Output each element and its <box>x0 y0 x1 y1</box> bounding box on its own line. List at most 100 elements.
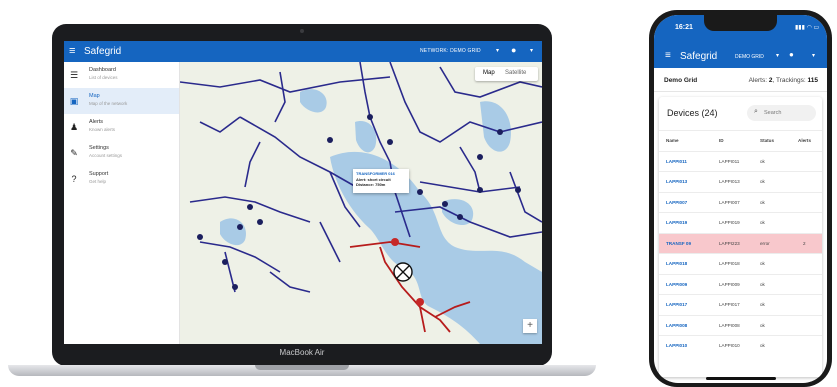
network-selector[interactable]: NETWORK: DEMO GRID <box>420 48 481 54</box>
device-id: LAPPI017 <box>719 302 740 307</box>
search-input[interactable]: ⌕ Search <box>747 105 816 121</box>
table-row[interactable]: TRANSF 09 LAPPI223 error 2 <box>659 232 822 253</box>
device-status: ok <box>760 158 765 164</box>
device-name-link[interactable]: LAPPI008 <box>666 323 687 328</box>
device-name-link[interactable]: LAPPI011 <box>666 159 687 164</box>
user-icon[interactable]: ● <box>789 50 794 59</box>
device-name-link[interactable]: LAPPI009 <box>666 282 687 287</box>
marketing-stage: ≡ Safegrid NETWORK: DEMO GRID ▾ ● ▾ ☰ Da… <box>0 0 837 387</box>
column-header-name[interactable]: Name <box>666 138 679 143</box>
hamburger-menu-icon[interactable]: ≡ <box>69 45 75 57</box>
sidebar-item-map[interactable]: ▣ Map Map of the network <box>64 88 179 114</box>
sidebar-item-alerts[interactable]: ♟ Alerts Known alerts <box>64 114 179 140</box>
phone-status-bar: 16:21 ▮▮▮ ◠ ▭ <box>654 15 827 45</box>
device-id: LAPPI009 <box>719 281 740 287</box>
sidebar-item-sublabel: Map of the network <box>89 101 128 106</box>
trackings-label: Trackings: <box>775 77 806 84</box>
alerts-count: 2 <box>768 77 773 84</box>
network-map[interactable]: Map Satellite TRANSFORMER 016 Alert: sho… <box>180 62 542 344</box>
device-id: LAPPI223 <box>719 240 740 246</box>
chevron-down-icon[interactable]: ▾ <box>776 52 779 59</box>
device-name-link[interactable]: TRANSF 09 <box>666 241 691 246</box>
laptop-notch <box>255 365 349 370</box>
table-row[interactable]: LAPPI018 LAPPI018 ok <box>659 253 822 274</box>
table-row[interactable]: LAPPI008 LAPPI008 ok <box>659 314 822 336</box>
sidebar-item-support[interactable]: ? Support Get help <box>64 166 179 192</box>
chevron-down-icon[interactable]: ▾ <box>812 52 815 59</box>
map-type-toggle[interactable]: Map Satellite <box>475 67 538 81</box>
map-icon: ▣ <box>69 96 79 106</box>
device-id: LAPPI013 <box>719 179 740 184</box>
phone-app-bar: ≡ Safegrid DEMO GRID ▾ ● ▾ <box>654 45 827 68</box>
device-status: ok <box>760 281 765 287</box>
table-header: Name ID Status Alerts <box>659 130 822 151</box>
device-status: ok <box>760 302 765 307</box>
sidebar-item-sublabel: List of devices <box>89 75 118 80</box>
grid-name: Demo Grid <box>664 77 698 84</box>
device-status: ok <box>760 261 765 266</box>
table-row[interactable]: LAPPI011 LAPPI011 ok <box>659 150 822 172</box>
device-alerts: 2 <box>803 240 806 246</box>
laptop-brand-label: MacBook Air <box>279 348 325 357</box>
table-row[interactable]: LAPPI010 LAPPI010 ok <box>659 335 822 356</box>
device-name-link[interactable]: LAPPI018 <box>666 261 687 266</box>
device-id: LAPPI018 <box>719 261 740 266</box>
device-id: LAPPI008 <box>719 322 740 328</box>
list-icon: ☰ <box>69 70 79 80</box>
status-time: 16:21 <box>675 24 693 31</box>
app-bar: ≡ Safegrid NETWORK: DEMO GRID ▾ ● ▾ <box>64 41 542 62</box>
device-name-link[interactable]: LAPPI013 <box>666 179 687 184</box>
alert-tracking-counts: Alerts: 2, Trackings: 115 <box>748 77 818 84</box>
devices-card-header: Devices (24) ⌕ Search <box>659 97 822 130</box>
user-icon[interactable]: ● <box>511 45 516 55</box>
device-id: LAPPI007 <box>719 199 740 205</box>
app-title: Safegrid <box>680 51 718 62</box>
column-header-status[interactable]: Status <box>760 138 774 143</box>
search-placeholder: Search <box>764 110 782 116</box>
sidebar-item-dashboard[interactable]: ☰ Dashboard List of devices <box>64 62 179 88</box>
grid-summary: Demo Grid Alerts: 2, Trackings: 115 <box>654 68 827 92</box>
phone-notch <box>704 15 777 31</box>
devices-card: Devices (24) ⌕ Search Name ID Status Ale… <box>659 97 822 377</box>
table-row[interactable]: LAPPI009 LAPPI009 ok <box>659 273 822 295</box>
sidebar-item-settings[interactable]: ✎ Settings Account settings <box>64 140 179 166</box>
map-view-button[interactable]: Map <box>483 70 495 76</box>
table-row[interactable]: LAPPI007 LAPPI007 ok <box>659 191 822 213</box>
home-indicator[interactable] <box>706 377 776 380</box>
sidebar-item-sublabel: Account settings <box>89 153 123 158</box>
device-id: LAPPI010 <box>719 343 740 348</box>
device-status: ok <box>760 220 765 225</box>
table-row[interactable]: LAPPI013 LAPPI013 ok <box>659 171 822 192</box>
search-icon: ⌕ <box>754 108 758 115</box>
laptop-screen: ≡ Safegrid NETWORK: DEMO GRID ▾ ● ▾ ☰ Da… <box>64 41 542 344</box>
help-icon: ? <box>71 174 77 184</box>
fault-locator <box>393 262 413 282</box>
device-status: ok <box>760 322 765 328</box>
phone-screen: 16:21 ▮▮▮ ◠ ▭ ≡ Safegrid DEMO GRID ▾ ● ▾… <box>654 15 827 383</box>
popup-distance: Distance: 750m <box>356 182 386 187</box>
table-row[interactable]: LAPPI017 LAPPI017 ok <box>659 294 822 315</box>
map-canvas <box>180 62 542 344</box>
device-name-link[interactable]: LAPPI010 <box>666 343 687 348</box>
device-name-link[interactable]: LAPPI017 <box>666 302 687 307</box>
zoom-in-button[interactable]: + <box>523 319 537 333</box>
device-status: ok <box>760 179 765 184</box>
device-id: LAPPI011 <box>719 158 740 164</box>
chevron-down-icon[interactable]: ▾ <box>530 47 533 54</box>
device-name-link[interactable]: LAPPI007 <box>666 200 687 205</box>
hamburger-menu-icon[interactable]: ≡ <box>665 50 671 61</box>
sidebar: ☰ Dashboard List of devices ▣ Map Map of… <box>64 62 180 344</box>
device-name-link[interactable]: LAPPI019 <box>666 220 687 225</box>
table-row[interactable]: LAPPI019 LAPPI019 ok <box>659 212 822 233</box>
column-header-id[interactable]: ID <box>719 138 724 143</box>
chevron-down-icon[interactable]: ▾ <box>496 47 499 54</box>
network-selector[interactable]: DEMO GRID <box>735 54 764 60</box>
device-table-body: LAPPI011 LAPPI011 ok LAPPI013 LAPPI013 ok LAPP… <box>659 150 822 356</box>
device-status: ok <box>760 199 765 205</box>
column-header-alerts[interactable]: Alerts <box>798 138 811 143</box>
satellite-view-button[interactable]: Satellite <box>505 70 526 76</box>
signal-wifi-battery-icon: ▮▮▮ ◠ ▭ <box>795 25 820 31</box>
sidebar-item-sublabel: Get help <box>89 179 107 184</box>
device-status: error <box>760 240 770 246</box>
sidebar-item-label: Support <box>89 171 109 177</box>
